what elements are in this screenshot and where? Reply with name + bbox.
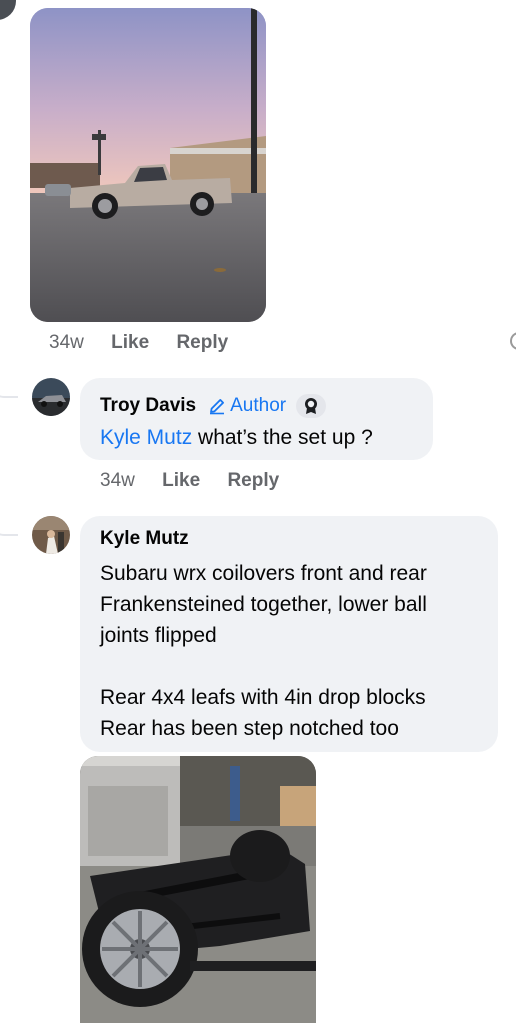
comment-author-name[interactable]: Troy Davis [100,395,196,417]
timestamp: 34w [49,332,84,353]
truck-photo-image [30,8,266,322]
reply-button[interactable]: Reply [227,470,279,491]
comment-line: Frankensteined together, lower ball [100,593,427,616]
comment-photo-suspension[interactable] [80,756,316,1023]
top-fan-icon [305,398,318,414]
comment-text: Kyle Mutz what’s the set up ? [100,422,413,453]
avatar[interactable] [32,516,70,554]
avatar-image [32,516,70,554]
author-badge: Author [208,395,286,417]
thread-connector [0,370,18,398]
like-button[interactable]: Like [162,470,200,491]
timestamp: 34w [100,470,135,491]
like-button[interactable]: Like [111,332,149,353]
mention-link[interactable]: Kyle Mutz [100,426,192,449]
comment-text: Subaru wrx coilovers front and rear Fran… [100,558,478,744]
comment-author-name[interactable]: Kyle Mutz [100,528,478,556]
suspension-photo-image [80,756,316,1023]
pencil-icon [210,399,225,415]
comment-line-blank [100,651,478,682]
comment-bubble[interactable]: Kyle Mutz Subaru wrx coilovers front and… [80,516,498,752]
comment-meta: 34w Like Reply [49,332,228,354]
comment-line: Rear has been step notched too [100,717,399,740]
thread-connector [0,508,18,536]
avatar-top-partial[interactable] [0,0,16,20]
comment-line: joints flipped [100,624,217,647]
comment-body: what’s the set up ? [192,426,373,449]
badge-icon[interactable] [296,394,327,418]
comment-meta: 34w Like Reply [100,470,279,492]
author-label: Author [230,395,287,416]
comment-line: Subaru wrx coilovers front and rear [100,562,427,585]
comment-photo-truck[interactable] [30,8,266,322]
comment-bubble[interactable]: Troy Davis Author Kyle Mutz what’s the s… [80,378,433,460]
edge-indicator [510,332,516,350]
reply-button[interactable]: Reply [176,332,228,353]
comment-line: Rear 4x4 leafs with 4in drop blocks [100,686,426,709]
avatar[interactable] [32,378,70,416]
avatar-image [32,378,70,416]
